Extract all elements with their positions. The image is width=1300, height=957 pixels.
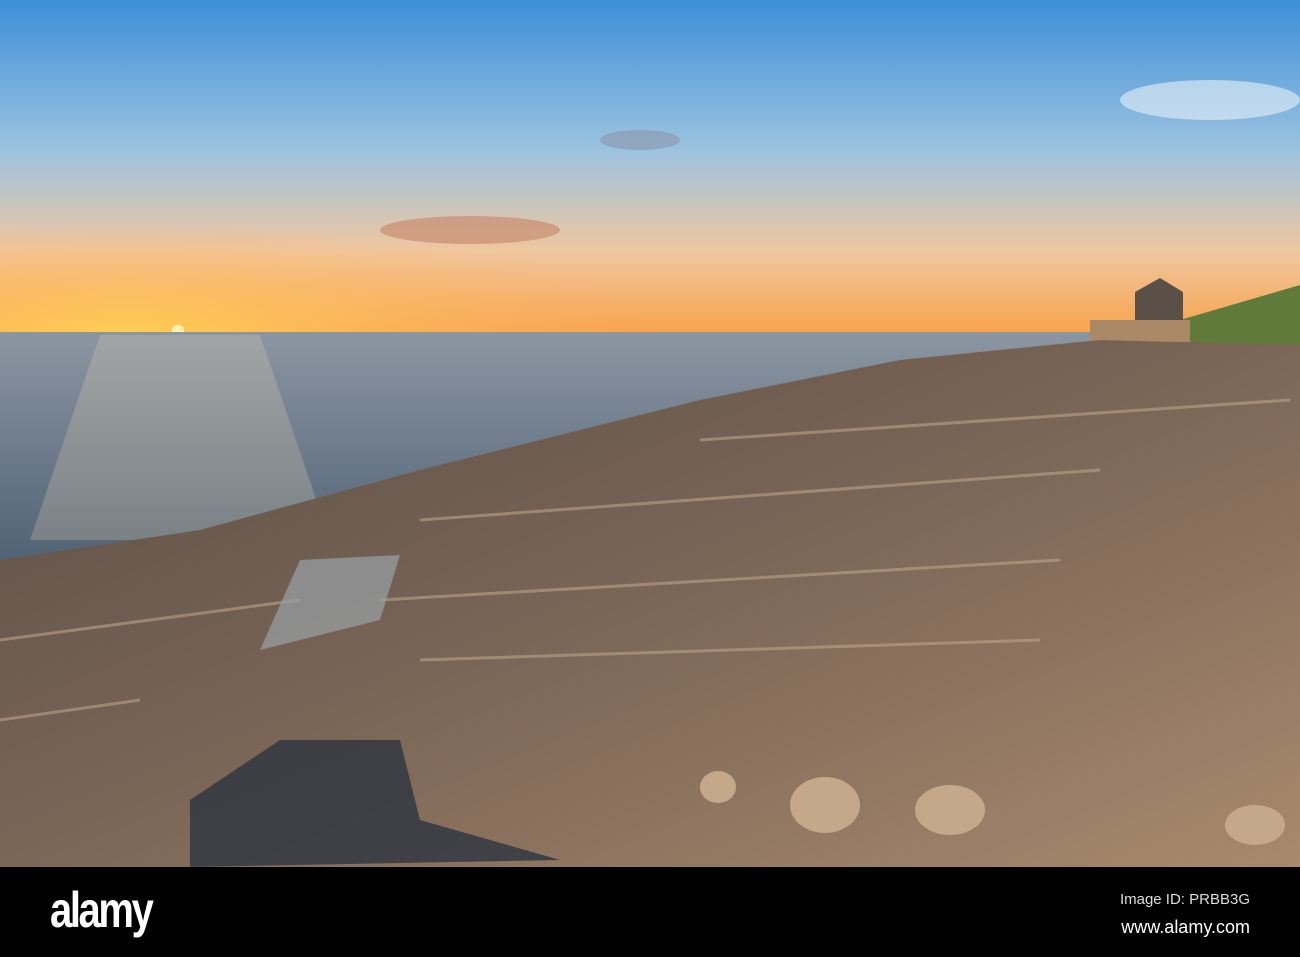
house-wall [1090,320,1190,342]
image-id: Image ID: PRBB3G [1119,891,1250,908]
site-url[interactable]: www.alamy.com [1121,917,1250,938]
alamy-logo[interactable]: alamy [50,881,154,939]
coastal-sunset-photo [0,0,1300,867]
cloud [600,130,680,150]
footer-bar: alamy Image ID: PRBB3G www.alamy.com [0,867,1300,957]
cloud [380,216,560,244]
cloud [1120,80,1300,120]
